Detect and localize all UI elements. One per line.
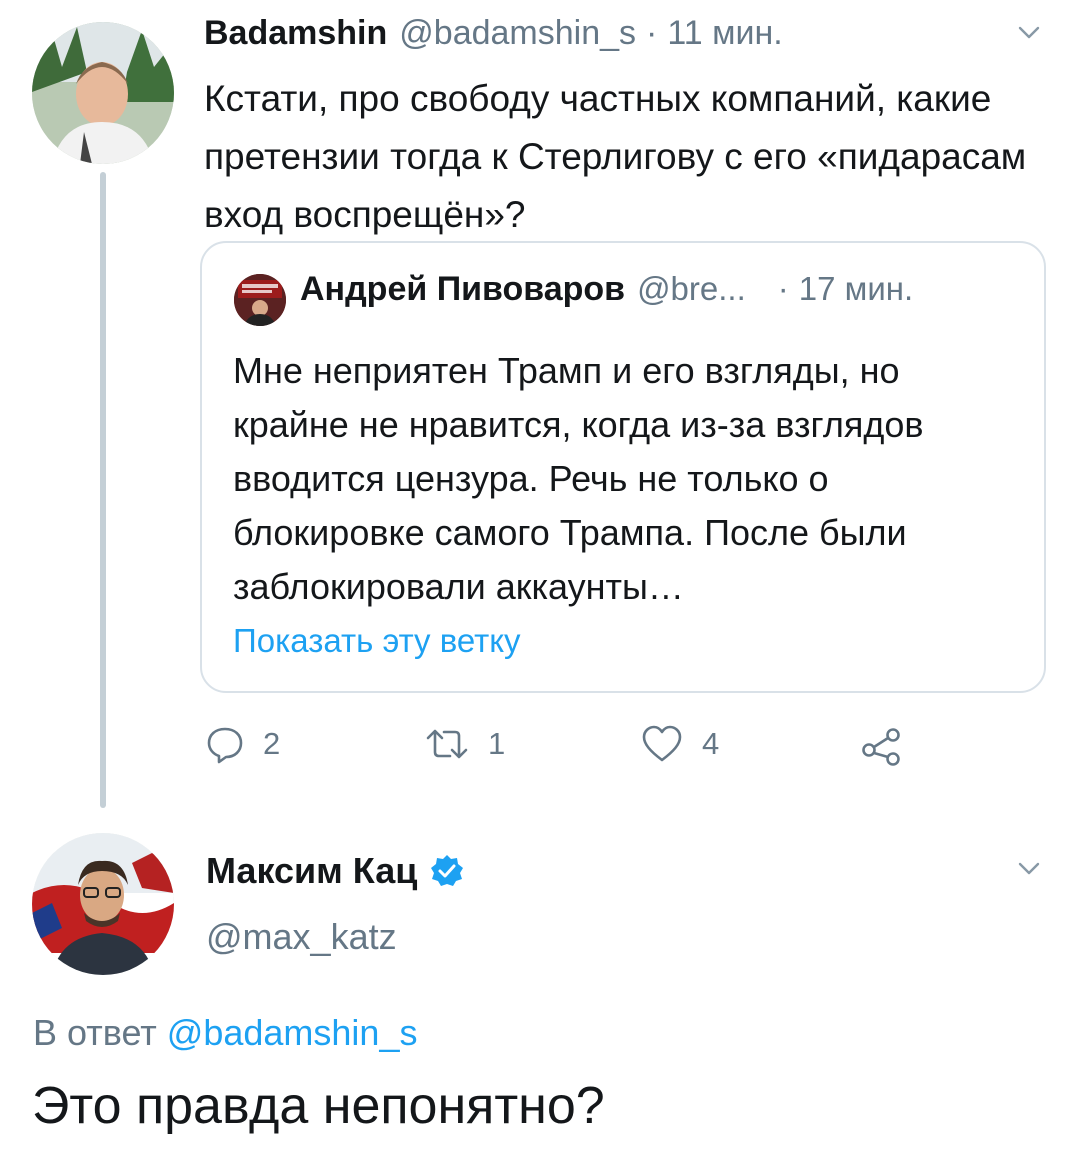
author-name[interactable]: Максим Кац	[206, 850, 417, 892]
reply-button[interactable]: 2	[205, 724, 280, 764]
tweet-header: Максим Кац	[206, 850, 465, 892]
quoted-tweet-header: Андрей Пивоваров @bre... · 17 мин.	[300, 270, 913, 326]
chevron-down-icon[interactable]	[1018, 22, 1040, 44]
separator: ·	[777, 270, 789, 307]
verified-badge-icon	[431, 855, 464, 886]
tweet-text: Кстати, про свободу частных компаний, ка…	[204, 78, 1027, 235]
reply-mention-link[interactable]: @badamshin_s	[167, 1012, 418, 1053]
quoted-tweet-text: Мне неприятен Трамп и его взгляды, но кр…	[233, 350, 924, 607]
like-button[interactable]: 4	[640, 724, 719, 764]
tweet-text: Это правда непонятно?	[32, 1077, 605, 1135]
quoted-avatar[interactable]	[234, 274, 286, 326]
heart-icon	[642, 725, 682, 762]
thread-line	[100, 172, 106, 808]
share-button[interactable]	[860, 726, 904, 766]
author-name[interactable]: Badamshin	[204, 14, 387, 53]
retweet-icon	[426, 729, 468, 759]
quoted-author-name[interactable]: Андрей Пивоваров	[300, 270, 625, 309]
avatar[interactable]	[32, 833, 174, 975]
author-handle[interactable]: @badamshin_s	[399, 14, 636, 53]
avatar[interactable]	[32, 22, 174, 164]
quoted-timestamp[interactable]: 17 мин.	[799, 270, 913, 308]
reply-prefix: В ответ	[33, 1012, 157, 1053]
author-handle[interactable]: @max_katz	[206, 916, 397, 958]
show-thread-link[interactable]: Показать эту ветку	[233, 622, 521, 660]
tweet-header: Badamshin @badamshin_s · 11 мин.	[204, 14, 783, 66]
retweet-count: 1	[488, 726, 506, 761]
quoted-author-handle[interactable]: @bre...	[637, 270, 746, 308]
like-count: 4	[702, 726, 720, 761]
reply-count: 2	[263, 726, 281, 761]
chevron-down-icon[interactable]	[1018, 858, 1040, 880]
retweet-button[interactable]: 1	[424, 724, 505, 764]
share-icon	[862, 728, 900, 766]
separator: ·	[646, 14, 658, 52]
timestamp[interactable]: 11 мин.	[667, 14, 782, 53]
reply-icon	[207, 727, 243, 764]
reply-context: В ответ @badamshin_s	[33, 1012, 417, 1054]
